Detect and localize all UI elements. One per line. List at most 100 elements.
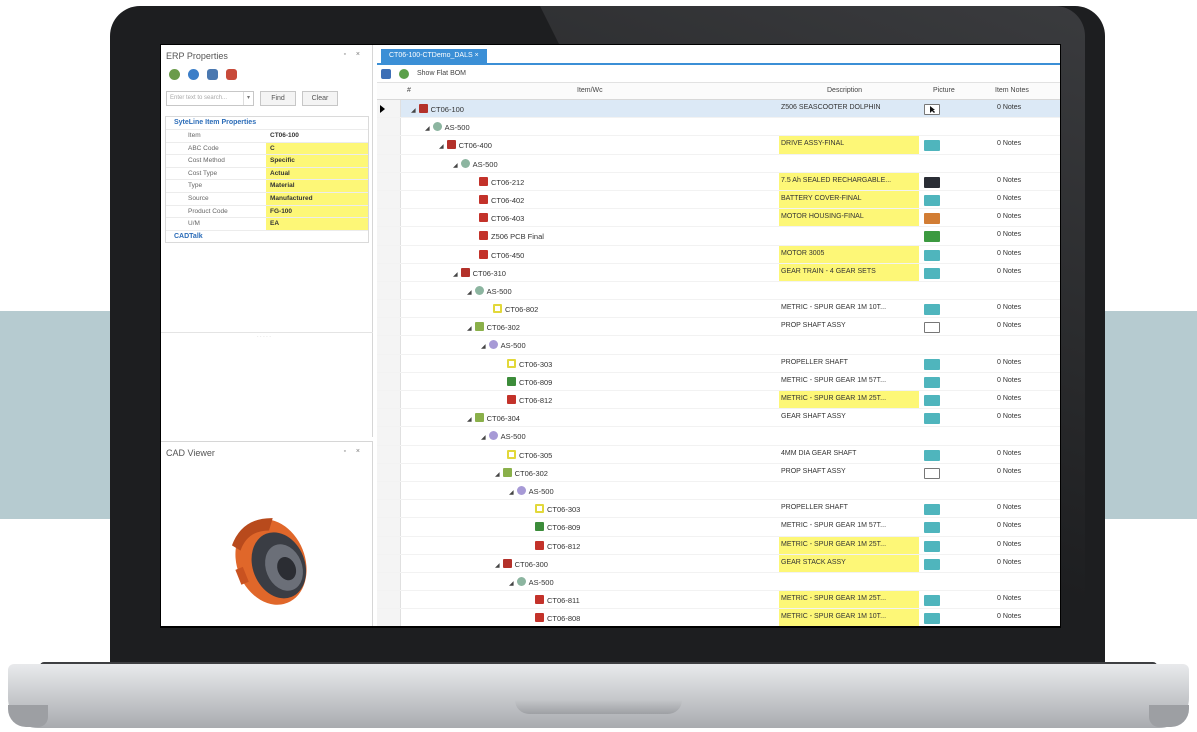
table-row[interactable]: ◢ CT06-302 PROP SHAFT ASSY 0 Notes (377, 318, 1060, 337)
column-picture[interactable]: Picture (933, 87, 955, 94)
expand-icon[interactable]: ◢ (481, 435, 486, 441)
row-header[interactable] (377, 391, 401, 409)
bom-item[interactable]: CT06-450 (479, 249, 524, 260)
row-header[interactable] (377, 481, 401, 500)
property-row[interactable]: Type Material (166, 179, 368, 192)
picture-thumbnail[interactable] (924, 449, 940, 461)
table-row[interactable]: CT06-212 7.5 Ah SEALED RECHARGABLE... 0 No… (377, 172, 1060, 191)
table-row[interactable]: CT06-303 PROPELLER SHAFT 0 Notes (377, 500, 1060, 519)
expand-icon[interactable]: ◢ (467, 417, 472, 423)
picture-thumbnail[interactable] (924, 522, 940, 534)
row-header[interactable] (377, 245, 401, 263)
item-notes[interactable]: 0 Notes (997, 250, 1021, 257)
table-row[interactable]: Z506 PCB Final 0 Notes (377, 227, 1060, 246)
bom-item[interactable]: CT06-305 (507, 449, 552, 460)
bom-item[interactable]: ◢ CT06-300 (495, 558, 548, 569)
table-row[interactable]: CT06-812 METRIC - SPUR GEAR 1M 25T... 0 No… (377, 536, 1060, 555)
table-row[interactable]: CT06-402 BATTERY COVER-FINAL 0 Notes (377, 190, 1060, 210)
bom-item[interactable]: CT06-403 (479, 213, 524, 223)
row-header[interactable] (377, 263, 401, 281)
table-row[interactable]: ◢ AS-500 (377, 118, 1060, 137)
picture-thumbnail[interactable] (924, 558, 940, 570)
bom-item[interactable]: CT06-809 (507, 376, 552, 387)
picture-thumbnail[interactable] (924, 140, 940, 152)
save-icon[interactable] (381, 68, 391, 79)
row-header[interactable] (377, 409, 401, 427)
bom-item[interactable]: ◢ AS-500 (481, 340, 526, 350)
picture-thumbnail[interactable] (924, 395, 940, 406)
item-notes[interactable]: 0 Notes (997, 504, 1021, 511)
bom-item[interactable]: CT06-809 (535, 522, 580, 532)
row-header[interactable] (377, 209, 401, 227)
item-notes[interactable]: 0 Notes (997, 613, 1021, 620)
bom-item[interactable]: CT06-808 (535, 613, 580, 623)
row-header[interactable] (377, 518, 401, 536)
property-row[interactable]: Cost Type Actual (166, 166, 368, 180)
expand-icon[interactable]: ◢ (467, 290, 472, 296)
row-header[interactable] (377, 572, 401, 591)
picture-thumbnail[interactable] (924, 504, 940, 516)
table-row[interactable]: CT06-812 METRIC - SPUR GEAR 1M 25T... 0 No… (377, 391, 1060, 410)
row-header[interactable] (377, 372, 401, 390)
item-notes[interactable]: 0 Notes (997, 559, 1021, 566)
bom-item[interactable]: ◢ CT06-100 (411, 104, 464, 114)
row-header[interactable] (377, 190, 401, 209)
expand-icon[interactable]: ◢ (481, 344, 486, 350)
expand-icon[interactable]: ◢ (439, 144, 444, 150)
picture-thumbnail[interactable] (924, 267, 940, 279)
tab-ct06-100[interactable]: CT06-100-CTDemo_DALS × (381, 49, 487, 65)
picture-thumbnail[interactable] (924, 540, 940, 552)
column-hash[interactable]: # (407, 87, 411, 94)
column-description[interactable]: Description (827, 87, 862, 94)
expand-icon[interactable]: ◢ (453, 272, 458, 278)
bom-item[interactable]: ◢ AS-500 (453, 158, 498, 169)
bom-item[interactable]: ◢ AS-500 (425, 122, 470, 132)
picture-thumbnail[interactable] (924, 376, 940, 388)
table-row[interactable]: CT06-802 METRIC - SPUR GEAR 1M 10T... 0 No… (377, 300, 1060, 319)
bom-item[interactable]: ◢ AS-500 (481, 431, 526, 441)
bom-item[interactable]: CT06-402 (479, 194, 524, 205)
item-notes[interactable]: 0 Notes (997, 213, 1021, 220)
erp-window-controls[interactable]: ▫ × (343, 51, 364, 58)
cadtalk-section[interactable]: CADTalk (166, 229, 368, 242)
bom-item[interactable]: CT06-802 (493, 304, 538, 314)
row-header[interactable] (377, 500, 401, 518)
table-row[interactable]: CT06-450 MOTOR 3005 0 Notes (377, 245, 1060, 264)
item-notes[interactable]: 0 Notes (997, 595, 1021, 602)
item-notes[interactable]: 0 Notes (997, 140, 1021, 147)
picture-thumbnail[interactable] (924, 322, 940, 334)
property-row[interactable]: Cost Method Specific (166, 154, 368, 167)
find-button[interactable]: Find (260, 91, 296, 106)
property-row[interactable]: ABC Code C (166, 141, 368, 155)
table-row[interactable]: CT06-809 METRIC - SPUR GEAR 1M 57T... 0 No… (377, 518, 1060, 537)
export-icon[interactable] (226, 68, 237, 80)
cad-model-render[interactable] (161, 462, 373, 622)
row-header[interactable] (377, 336, 401, 354)
expand-icon[interactable]: ◢ (495, 563, 500, 569)
expand-icon[interactable]: ◢ (453, 163, 458, 169)
bom-item[interactable]: CT06-303 (535, 504, 580, 514)
picture-thumbnail[interactable] (924, 467, 940, 479)
item-notes[interactable]: 0 Notes (997, 304, 1021, 311)
row-header[interactable] (377, 554, 401, 572)
bom-item[interactable]: CT06-812 (507, 395, 552, 405)
row-header[interactable] (377, 318, 401, 336)
bom-item[interactable]: ◢ CT06-302 (495, 467, 548, 478)
flat-bom-icon[interactable] (399, 68, 409, 79)
picture-thumbnail[interactable] (924, 176, 940, 188)
bom-item[interactable]: CT06-212 (479, 176, 524, 187)
picture-thumbnail[interactable] (924, 231, 940, 243)
item-notes[interactable]: 0 Notes (997, 104, 1021, 111)
picture-thumbnail[interactable] (924, 358, 940, 370)
row-header[interactable] (377, 300, 401, 318)
table-row[interactable]: CT06-303 PROPELLER SHAFT 0 Notes (377, 354, 1060, 373)
picture-thumbnail[interactable] (924, 413, 940, 425)
clear-button[interactable]: Clear (302, 91, 338, 106)
cad-window-controls[interactable]: ▫ × (343, 448, 364, 455)
item-notes[interactable]: 0 Notes (997, 413, 1021, 420)
column-item[interactable]: Item/Wc (577, 87, 603, 94)
item-notes[interactable]: 0 Notes (997, 522, 1021, 529)
table-row[interactable]: ◢ AS-500 (377, 336, 1060, 355)
item-notes[interactable]: 0 Notes (997, 468, 1021, 475)
table-row[interactable]: ◢ CT06-302 PROP SHAFT ASSY 0 Notes (377, 463, 1060, 482)
